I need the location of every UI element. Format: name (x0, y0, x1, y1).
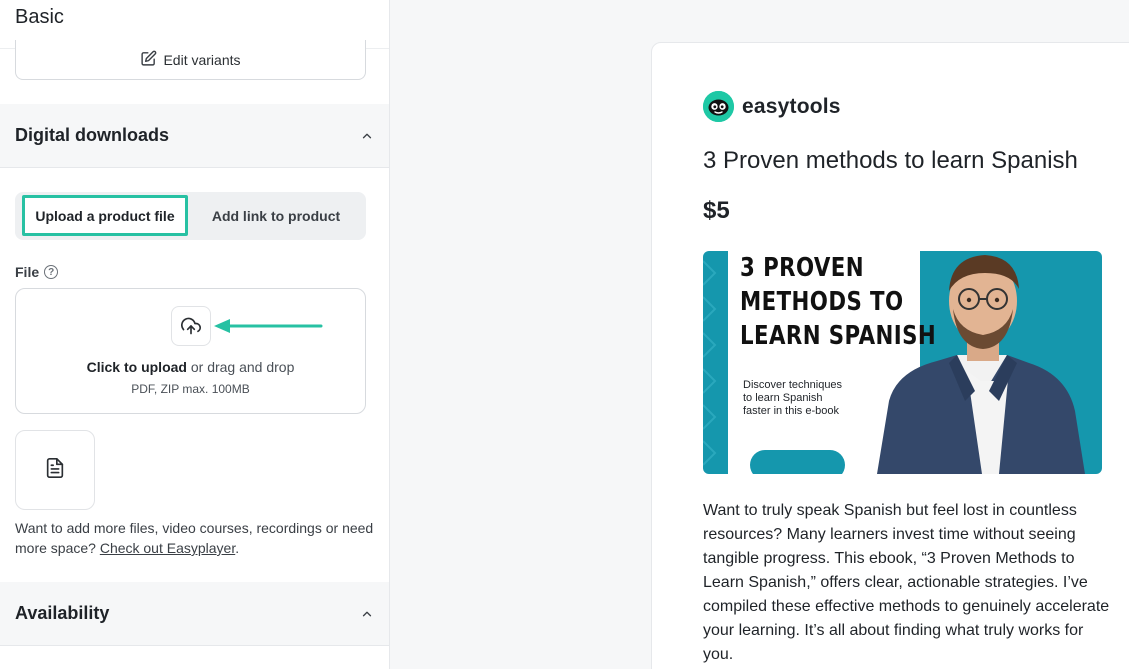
settings-panel: Basic Edit variants Digital downloads Up… (0, 0, 390, 669)
availability-header[interactable]: Availability (0, 582, 389, 646)
cover-subtitle-line: faster in this e-book (743, 405, 839, 417)
arrow-left-icon (214, 319, 323, 333)
upload-cloud-icon[interactable] (171, 306, 211, 346)
brand-name: easytools (742, 94, 841, 118)
dropzone-instructions: Click to upload or drag and drop (16, 359, 365, 375)
file-label: File ? (15, 264, 59, 280)
tab-add-link-to-product[interactable]: Add link to product (201, 195, 351, 236)
brand: easytools (703, 91, 841, 122)
edit-icon (140, 50, 157, 70)
dropzone-formats: PDF, ZIP max. 100MB (131, 382, 250, 396)
product-price: $5 (703, 197, 730, 224)
file-label-text: File (15, 264, 40, 280)
chevron-up-icon[interactable] (359, 606, 375, 622)
person-illustration (877, 255, 1085, 474)
product-title: 3 Proven methods to learn Spanish (703, 147, 1078, 174)
more-files-note: Want to add more files, video courses, r… (15, 518, 375, 558)
product-description: Want to truly speak Spanish but feel los… (703, 502, 1110, 663)
easytools-logo (703, 91, 734, 122)
digital-downloads-header[interactable]: Digital downloads (0, 104, 389, 168)
easyplayer-link[interactable]: Check out Easyplayer (100, 540, 235, 556)
cover-subtitle-line: to learn Spanish (743, 392, 823, 404)
file-placeholder[interactable] (15, 430, 95, 510)
basic-section-title: Basic (15, 6, 64, 28)
help-icon[interactable]: ? (44, 265, 59, 279)
cover-subtitle: Discover techniques to learn Spanish fas… (743, 379, 842, 418)
drag-drop-text: or drag and drop (186, 359, 295, 375)
cover-button-shape (750, 450, 845, 474)
cover-subtitle-line: Discover techniques (743, 379, 843, 391)
product-preview-card: easytools 3 Proven methods to learn Span… (651, 42, 1129, 669)
chevron-up-icon[interactable] (359, 128, 375, 144)
file-icon (44, 457, 66, 484)
product-cover-image: 3 PROVEN METHODS TO LEARN SPANISH Discov… (703, 251, 1102, 474)
edit-variants-label: Edit variants (163, 51, 241, 68)
tab-upload-product-file[interactable]: Upload a product file (22, 195, 188, 236)
more-files-end: . (235, 540, 240, 556)
click-to-upload-text[interactable]: Click to upload (87, 359, 187, 375)
edit-variants-button[interactable]: Edit variants (15, 40, 366, 80)
availability-title: Availability (15, 603, 110, 623)
digital-downloads-title: Digital downloads (15, 125, 170, 145)
file-source-tabs: Upload a product file Add link to produc… (15, 192, 366, 240)
file-dropzone[interactable]: Click to upload or drag and drop PDF, ZI… (15, 288, 366, 414)
